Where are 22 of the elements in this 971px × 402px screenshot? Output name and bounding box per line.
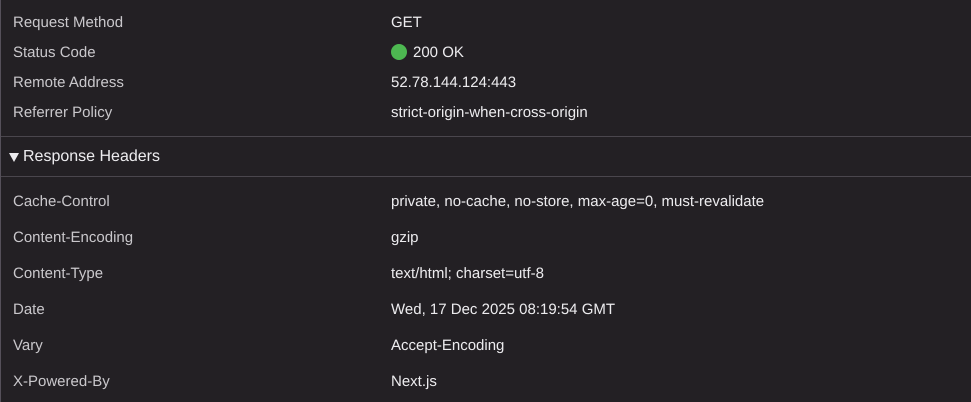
header-value: 52.78.144.124:443 bbox=[391, 74, 516, 90]
header-name: Content-Encoding bbox=[12, 228, 134, 246]
header-value: Wed, 17 Dec 2025 08:19:54 GMT bbox=[391, 300, 616, 318]
header-value: Accept-Encoding bbox=[391, 336, 504, 354]
header-name: Status Code bbox=[12, 44, 97, 60]
triangle-icon bbox=[9, 152, 19, 162]
header-value: strict-origin-when-cross-origin bbox=[391, 104, 588, 120]
header-name: Date bbox=[12, 300, 46, 318]
header-name: Content-Type bbox=[12, 264, 104, 282]
header-value: GET bbox=[391, 14, 422, 30]
header-value: 200 OK bbox=[413, 44, 464, 60]
header-name: X-Powered-By bbox=[12, 372, 111, 390]
header-name: Request Method bbox=[12, 14, 124, 30]
header-value: Next.js bbox=[391, 372, 437, 390]
header-name: Cache-Control bbox=[12, 192, 111, 210]
header-name: Vary bbox=[12, 336, 44, 354]
section-toggle[interactable]: Response Headers bbox=[9, 148, 160, 166]
header-name: Remote Address bbox=[12, 74, 125, 90]
header-value: gzip bbox=[391, 228, 419, 246]
header-value: text/html; charset=utf-8 bbox=[391, 264, 544, 282]
header-name: Referrer Policy bbox=[12, 104, 114, 120]
header-value: private, no-cache, no-store, max-age=0, must-revalidate bbox=[391, 192, 764, 210]
